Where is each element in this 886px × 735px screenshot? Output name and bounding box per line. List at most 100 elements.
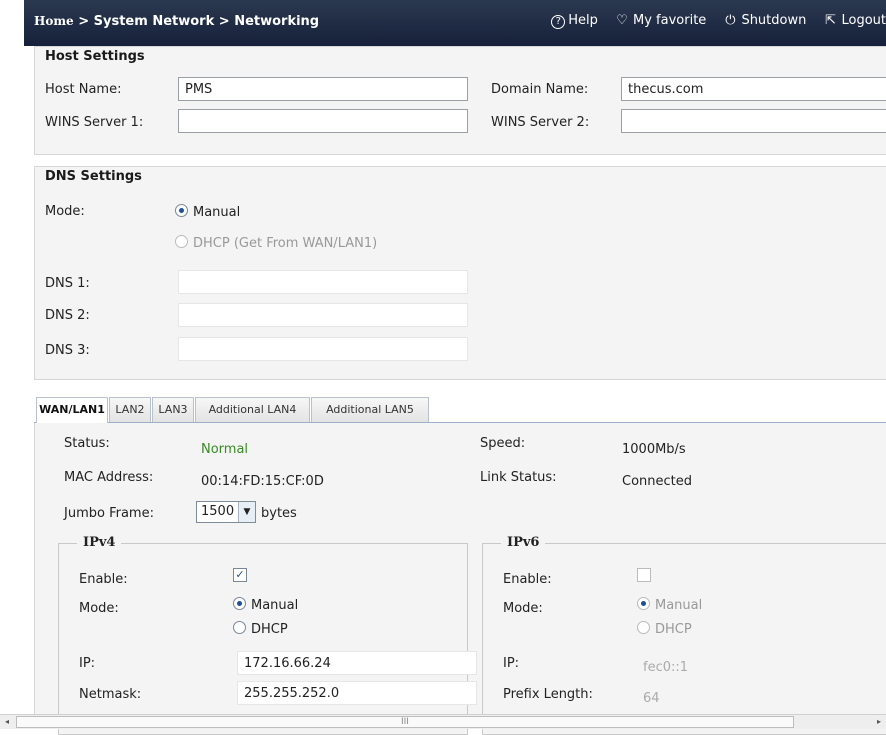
ipv6-prefix-length-value: 64 <box>643 691 660 706</box>
host-name-input[interactable] <box>178 77 468 101</box>
jumbo-frame-label: Jumbo Frame: <box>64 506 154 521</box>
wins-server-2-label: WINS Server 2: <box>491 115 590 130</box>
host-name-label: Host Name: <box>45 82 122 97</box>
host-settings-title: Host Settings <box>45 49 145 64</box>
lan-tabs: WAN/LAN1 LAN2 LAN3 Additional LAN4 Addit… <box>34 396 886 423</box>
ipv6-enable-label: Enable: <box>503 572 552 587</box>
dns-2-input[interactable] <box>178 303 468 327</box>
breadcrumb-separator: > <box>73 14 94 29</box>
breadcrumb-home[interactable]: Home <box>34 14 74 28</box>
mac-address-label: MAC Address: <box>64 470 154 485</box>
help-button[interactable]: ? Help <box>551 13 598 29</box>
ipv6-section: IPv6 Enable: Mode: Manual DHCP IP: fec0:… <box>482 535 886 735</box>
dns-mode-label: Mode: <box>45 204 85 219</box>
dns-1-label: DNS 1: <box>45 276 90 291</box>
tab-additional-lan5[interactable]: Additional LAN5 <box>311 397 429 422</box>
ipv6-mode-dhcp-label: DHCP <box>655 622 692 637</box>
ipv4-ip-label: IP: <box>79 656 96 671</box>
ipv4-mode-label: Mode: <box>79 601 119 616</box>
dns-settings-section: DNS Settings Mode: Manual DHCP (Get From… <box>34 166 886 380</box>
mac-address-value: 00:14:FD:15:CF:0D <box>201 474 324 489</box>
my-favorite-label: My favorite <box>633 13 707 28</box>
speed-value: 1000Mb/s <box>622 442 686 457</box>
header-toolbar: ? Help ♡ My favorite ⏻ Shutdown ⇱ Logout <box>539 13 886 29</box>
speed-label: Speed: <box>480 436 526 451</box>
ipv6-mode-manual-radio[interactable]: Manual <box>637 597 702 613</box>
ipv6-mode-dhcp-radio[interactable]: DHCP <box>637 621 692 637</box>
ipv4-netmask-label: Netmask: <box>79 687 142 702</box>
wins-server-1-label: WINS Server 1: <box>45 115 144 130</box>
ipv6-mode-label: Mode: <box>503 601 543 616</box>
jumbo-frame-unit: bytes <box>261 506 297 521</box>
ipv6-enable-checkbox[interactable] <box>637 568 651 582</box>
ipv4-section: IPv4 Enable: ✓ Mode: Manual DHCP IP: Net… <box>58 535 477 735</box>
ipv4-enable-label: Enable: <box>79 572 128 587</box>
scroll-right-icon[interactable]: ▸ <box>872 715 886 729</box>
dns-3-label: DNS 3: <box>45 343 90 358</box>
tab-wan-lan1[interactable]: WAN/LAN1 <box>36 397 108 423</box>
wins-server-2-input[interactable] <box>621 109 886 133</box>
ipv4-netmask-input[interactable] <box>237 681 477 705</box>
radio-selected-icon <box>233 597 246 610</box>
horizontal-scrollbar[interactable]: ◂ III ▸ <box>0 714 886 729</box>
logout-icon: ⇱ <box>825 13 836 28</box>
tab-additional-lan4[interactable]: Additional LAN4 <box>195 397 310 422</box>
heart-icon: ♡ <box>616 13 628 28</box>
radio-selected-icon <box>637 597 650 610</box>
ipv6-prefix-length-label: Prefix Length: <box>503 687 593 702</box>
status-label: Status: <box>64 436 110 451</box>
radio-unselected-icon <box>637 621 650 634</box>
ipv4-mode-dhcp-radio[interactable]: DHCP <box>233 621 288 637</box>
radio-unselected-icon <box>175 235 188 248</box>
ipv6-title: IPv6 <box>501 535 546 550</box>
jumbo-frame-value: 1500 <box>201 504 235 519</box>
ipv4-mode-dhcp-label: DHCP <box>251 622 288 637</box>
dns-mode-manual-radio[interactable]: Manual <box>175 204 240 220</box>
domain-name-label: Domain Name: <box>491 82 589 97</box>
ipv4-enable-checkbox[interactable]: ✓ <box>233 568 247 582</box>
status-value: Normal <box>201 442 249 457</box>
ipv4-mode-manual-label: Manual <box>251 598 299 613</box>
ipv4-ip-input[interactable] <box>237 651 477 675</box>
dns-3-input[interactable] <box>178 337 468 361</box>
jumbo-frame-select[interactable]: 1500 ▼ <box>196 501 256 523</box>
host-settings-section: Host Settings Host Name: Domain Name: WI… <box>34 46 886 155</box>
logout-button[interactable]: ⇱ Logout <box>822 13 886 28</box>
wins-server-1-input[interactable] <box>178 109 468 133</box>
breadcrumb-system-network[interactable]: System Network <box>94 14 215 29</box>
logout-label: Logout <box>841 13 886 28</box>
breadcrumb-current: Networking <box>234 14 320 29</box>
checkmark-icon: ✓ <box>235 568 245 581</box>
breadcrumb-separator: > <box>214 14 235 29</box>
ipv6-ip-value: fec0::1 <box>643 660 689 675</box>
top-bar: Home > System Network > Networking ? Help… <box>24 0 886 46</box>
shutdown-label: Shutdown <box>741 13 807 28</box>
scrollbar-thumb[interactable]: III <box>16 716 794 728</box>
dns-mode-dhcp-radio[interactable]: DHCP (Get From WAN/LAN1) <box>175 235 377 251</box>
dns-mode-manual-label: Manual <box>193 205 241 220</box>
domain-name-input[interactable] <box>621 77 886 101</box>
scroll-left-icon[interactable]: ◂ <box>0 715 14 729</box>
ipv6-mode-manual-label: Manual <box>655 598 703 613</box>
link-status-value: Connected <box>622 474 693 489</box>
breadcrumb: Home > System Network > Networking <box>34 14 319 29</box>
dns-mode-dhcp-label: DHCP (Get From WAN/LAN1) <box>193 236 378 251</box>
ipv4-title: IPv4 <box>77 535 122 550</box>
help-label: Help <box>568 13 598 28</box>
link-status-label: Link Status: <box>480 470 557 485</box>
dns-settings-title: DNS Settings <box>45 169 142 184</box>
help-icon: ? <box>551 15 566 29</box>
ipv4-mode-manual-radio[interactable]: Manual <box>233 597 298 613</box>
radio-selected-icon <box>175 204 188 217</box>
radio-unselected-icon <box>233 621 246 634</box>
dns-2-label: DNS 2: <box>45 308 90 323</box>
tab-lan3[interactable]: LAN3 <box>152 397 194 422</box>
scrollbar-grip: III <box>401 717 409 727</box>
ipv6-ip-label: IP: <box>503 656 520 671</box>
my-favorite-button[interactable]: ♡ My favorite <box>614 13 706 28</box>
shutdown-button[interactable]: ⏻ Shutdown <box>722 13 806 28</box>
dns-1-input[interactable] <box>178 270 468 294</box>
power-icon: ⏻ <box>725 13 736 28</box>
tab-lan2[interactable]: LAN2 <box>109 397 151 422</box>
chevron-down-icon[interactable]: ▼ <box>238 502 255 522</box>
